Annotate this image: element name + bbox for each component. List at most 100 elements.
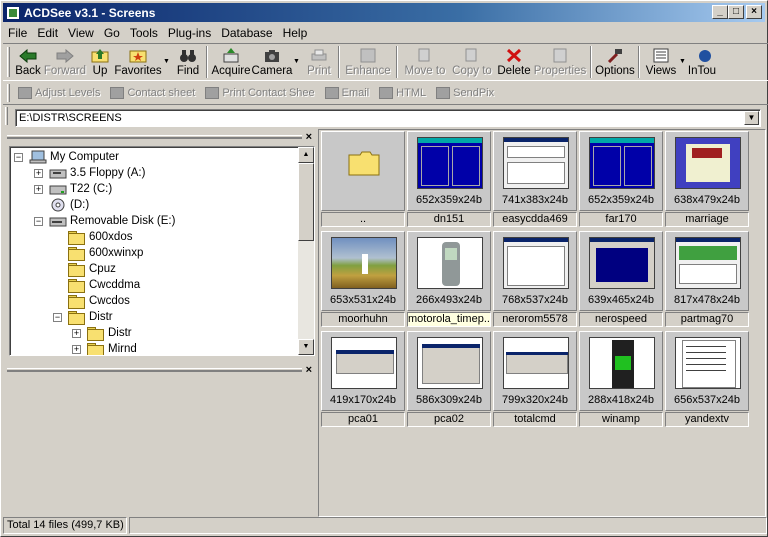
menu-tools[interactable]: Tools: [125, 26, 163, 40]
print-button[interactable]: Print: [303, 44, 335, 80]
tree-item-folder[interactable]: + Distr: [72, 325, 132, 341]
thumbnail-frame[interactable]: 419x170x24b: [321, 331, 405, 411]
thumbnail-item[interactable]: 653x531x24b moorhuhn: [321, 231, 405, 329]
tree-item-folder[interactable]: 600xwinxp: [68, 245, 143, 261]
file-name[interactable]: winamp: [579, 412, 663, 427]
tree-item-c-drive[interactable]: + T22 (C:): [34, 181, 112, 197]
thumbnail-item[interactable]: 652x359x24b dn151: [407, 131, 491, 229]
thumbnail-item[interactable]: 656x537x24b yandextv: [665, 331, 749, 429]
thumbnail-frame[interactable]: 266x493x24b: [407, 231, 491, 311]
collapse-icon[interactable]: −: [53, 312, 62, 322]
tree-item-my-computer[interactable]: − My Computer: [14, 149, 119, 165]
address-input[interactable]: E:\DISTR\SCREENS ▼: [15, 109, 761, 127]
toolbar2-grip[interactable]: [7, 84, 10, 102]
move-to-button[interactable]: Move to: [401, 44, 449, 80]
print-contact-sheet-button[interactable]: Print Contact Shee: [200, 87, 319, 99]
expand-icon[interactable]: +: [72, 328, 81, 338]
file-name[interactable]: dn151: [407, 212, 491, 227]
toolbar-grip[interactable]: [7, 47, 10, 77]
collapse-icon[interactable]: −: [34, 216, 43, 226]
intouch-button[interactable]: InTou: [687, 44, 717, 80]
tree-item-folder[interactable]: Cpuz: [68, 261, 116, 277]
thumbnail-frame[interactable]: [321, 131, 405, 211]
scroll-down-icon[interactable]: ▼: [298, 339, 314, 355]
tree-item-floppy[interactable]: + 3.5 Floppy (A:): [34, 165, 145, 181]
thumbnail-frame[interactable]: 799x320x24b: [493, 331, 577, 411]
maximize-button[interactable]: □: [728, 5, 744, 19]
file-name[interactable]: pca01: [321, 412, 405, 427]
menu-database[interactable]: Database: [216, 26, 277, 40]
tree-item-folder-distr[interactable]: − Distr: [53, 309, 113, 325]
address-grip[interactable]: [5, 107, 8, 125]
back-button[interactable]: Back: [13, 44, 43, 80]
close-button[interactable]: ×: [746, 5, 762, 19]
file-name[interactable]: totalcmd: [493, 412, 577, 427]
thumbnail-frame[interactable]: 638x479x24b: [665, 131, 749, 211]
camera-button[interactable]: Camera: [251, 44, 293, 80]
file-name[interactable]: partmag70: [665, 312, 749, 327]
thumbnail-item[interactable]: 768x537x24b nerorom5578: [493, 231, 577, 329]
thumbnail-item[interactable]: 638x479x24b marriage: [665, 131, 749, 229]
favorites-button[interactable]: Favorites: [113, 44, 163, 80]
thumbnail-item[interactable]: 639x465x24b nerospeed: [579, 231, 663, 329]
thumbnail-frame[interactable]: 741x383x24b: [493, 131, 577, 211]
thumbnail-item[interactable]: 741x383x24b easycdda469: [493, 131, 577, 229]
contact-sheet-button[interactable]: Contact sheet: [105, 87, 200, 99]
thumbnail-item[interactable]: 419x170x24b pca01: [321, 331, 405, 429]
views-dropdown-icon[interactable]: ▼: [679, 44, 687, 65]
thumbnail-frame[interactable]: 586x309x24b: [407, 331, 491, 411]
html-button[interactable]: HTML: [374, 87, 431, 99]
expand-icon[interactable]: +: [72, 344, 81, 354]
expand-icon[interactable]: +: [34, 184, 43, 194]
thumbnail-item[interactable]: 799x320x24b totalcmd: [493, 331, 577, 429]
options-button[interactable]: Options: [595, 44, 635, 80]
file-name[interactable]: easycdda469: [493, 212, 577, 227]
tree-item-folder[interactable]: + Mirnd: [72, 341, 137, 355]
thumbnail-frame[interactable]: 653x531x24b: [321, 231, 405, 311]
find-button[interactable]: Find: [173, 44, 203, 80]
tree-item-d-drive[interactable]: (D:): [49, 197, 89, 213]
thumbnail-item[interactable]: ..: [321, 131, 405, 229]
adjust-levels-button[interactable]: Adjust Levels: [13, 87, 105, 99]
menu-edit[interactable]: Edit: [32, 26, 63, 40]
minimize-button[interactable]: _: [712, 5, 728, 19]
tree-item-folder[interactable]: Cwcdos: [68, 293, 130, 309]
tree-item-folder[interactable]: 600xdos: [68, 229, 132, 245]
file-name[interactable]: pca02: [407, 412, 491, 427]
collapse-icon[interactable]: −: [14, 152, 23, 162]
thumbnail-item[interactable]: 266x493x24b motorola_timep...: [407, 231, 491, 329]
thumbnail-frame[interactable]: 768x537x24b: [493, 231, 577, 311]
menu-file[interactable]: File: [3, 26, 32, 40]
close-folders-pane-icon[interactable]: ×: [306, 132, 312, 143]
file-name[interactable]: far170: [579, 212, 663, 227]
thumbnail-frame[interactable]: 652x359x24b: [579, 131, 663, 211]
close-preview-pane-icon[interactable]: ×: [306, 365, 312, 376]
properties-button[interactable]: Properties: [533, 44, 587, 80]
thumbnail-item[interactable]: 652x359x24b far170: [579, 131, 663, 229]
thumbnail-item[interactable]: 817x478x24b partmag70: [665, 231, 749, 329]
acquire-button[interactable]: Acquire: [211, 44, 251, 80]
file-name[interactable]: nerorom5578: [493, 312, 577, 327]
file-name[interactable]: yandextv: [665, 412, 749, 427]
menu-help[interactable]: Help: [278, 26, 313, 40]
camera-dropdown-icon[interactable]: ▼: [293, 44, 303, 65]
email-button[interactable]: Email: [320, 87, 375, 99]
thumbnail-frame[interactable]: 817x478x24b: [665, 231, 749, 311]
forward-button[interactable]: Forward: [43, 44, 87, 80]
file-name[interactable]: motorola_timep...: [407, 312, 491, 327]
thumbnail-frame[interactable]: 288x418x24b: [579, 331, 663, 411]
tree-item-removable-disk[interactable]: − Removable Disk (E:): [34, 213, 175, 229]
tree-item-folder[interactable]: Cwcddma: [68, 277, 140, 293]
title-bar[interactable]: ACDSee v3.1 - Screens _ □ ×: [3, 3, 765, 22]
thumbnail-frame[interactable]: 656x537x24b: [665, 331, 749, 411]
file-name[interactable]: marriage: [665, 212, 749, 227]
thumbnail-frame[interactable]: 652x359x24b: [407, 131, 491, 211]
expand-icon[interactable]: +: [34, 168, 43, 178]
copy-to-button[interactable]: Copy to: [449, 44, 495, 80]
address-dropdown-icon[interactable]: ▼: [744, 111, 759, 125]
tree-scrollbar[interactable]: ▲ ▼: [298, 147, 314, 355]
thumbnail-item[interactable]: 586x309x24b pca02: [407, 331, 491, 429]
file-name[interactable]: ..: [321, 212, 405, 227]
scroll-up-icon[interactable]: ▲: [298, 147, 314, 163]
menu-plugins[interactable]: Plug-ins: [163, 26, 216, 40]
